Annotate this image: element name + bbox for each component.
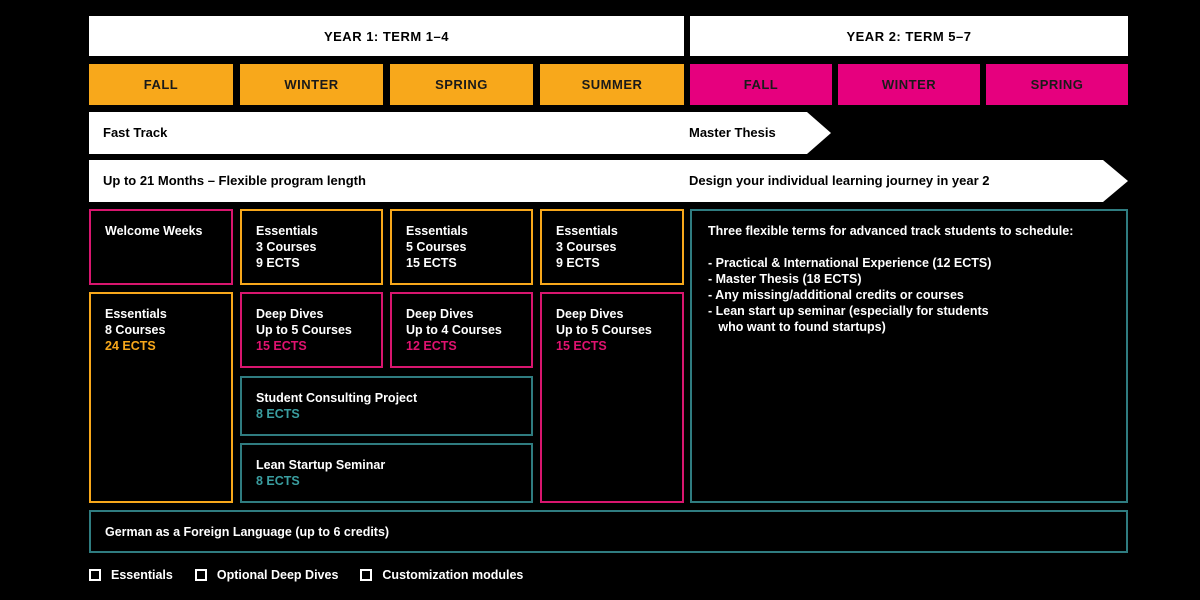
essentials-ects: 15 ECTS xyxy=(406,256,457,270)
essentials-winter-box: Essentials 3 Courses 9 ECTS xyxy=(240,209,383,285)
deep-dives-title: Deep Dives xyxy=(556,307,624,321)
design-journey-label: Design your individual learning journey … xyxy=(689,172,990,188)
year2-intro: Three flexible terms for advanced track … xyxy=(708,224,1074,238)
term-spring-year2: SPRING xyxy=(986,64,1128,105)
legend-customization: Customization modules xyxy=(382,568,524,582)
german-language-box: German as a Foreign Language (up to 6 cr… xyxy=(89,510,1128,553)
essentials-title: Essentials xyxy=(556,224,618,238)
master-thesis-label: Master Thesis xyxy=(689,124,776,140)
customization-swatch xyxy=(360,569,373,581)
year2-item: who want to found startups) xyxy=(708,320,886,334)
essentials-courses: 3 Courses xyxy=(256,240,317,254)
deep-dives-courses: Up to 5 Courses xyxy=(256,323,352,337)
welcome-weeks-title: Welcome Weeks xyxy=(105,224,203,238)
welcome-weeks-box: Welcome Weeks xyxy=(89,209,233,285)
term-winter-year2: WINTER xyxy=(838,64,980,105)
year2-header: YEAR 2: TERM 5–7 xyxy=(690,16,1128,56)
consulting-project-title: Student Consulting Project xyxy=(256,391,418,405)
deep-dives-spring-box: Deep Dives Up to 4 Courses 12 ECTS xyxy=(390,292,533,368)
essentials-swatch xyxy=(89,569,101,581)
essentials-spring-box: Essentials 5 Courses 15 ECTS xyxy=(390,209,533,285)
term-fall-year2: FALL xyxy=(690,64,832,105)
lean-startup-title: Lean Startup Seminar xyxy=(256,458,386,472)
legend-essentials: Essentials xyxy=(111,568,173,582)
deep-dives-courses: Up to 4 Courses xyxy=(406,323,502,337)
lean-startup-box: Lean Startup Seminar 8 ECTS xyxy=(240,443,533,503)
year1-header: YEAR 1: TERM 1–4 xyxy=(89,16,684,56)
year2-item: - Any missing/additional credits or cour… xyxy=(708,288,964,302)
year2-item: - Master Thesis (18 ECTS) xyxy=(708,272,862,286)
deep-dives-title: Deep Dives xyxy=(256,307,324,321)
essentials-summer-box: Essentials 3 Courses 9 ECTS xyxy=(540,209,684,285)
year2-item: - Practical & International Experience (… xyxy=(708,256,992,270)
year2-flexible-box: Three flexible terms for advanced track … xyxy=(690,209,1128,503)
essentials-title: Essentials xyxy=(406,224,468,238)
program-length-label: Up to 21 Months – Flexible program lengt… xyxy=(103,172,366,188)
term-spring-year1: SPRING xyxy=(390,64,533,105)
deep-dives-ects: 12 ECTS xyxy=(406,339,457,353)
lean-startup-ects: 8 ECTS xyxy=(256,474,300,488)
essentials-title: Essentials xyxy=(105,307,167,321)
deep-dives-swatch xyxy=(194,569,207,581)
fast-track-label: Fast Track xyxy=(103,124,168,140)
term-winter-year1: WINTER xyxy=(240,64,383,105)
term-fall-year1: FALL xyxy=(89,64,233,105)
essentials-ects: 24 ECTS xyxy=(105,339,156,353)
german-language-label: German as a Foreign Language (up to 6 cr… xyxy=(105,524,390,539)
legend-deep-dives: Optional Deep Dives xyxy=(216,568,339,582)
deep-dives-ects: 15 ECTS xyxy=(256,339,307,353)
essentials-title: Essentials xyxy=(256,224,318,238)
consulting-project-box: Student Consulting Project 8 ECTS xyxy=(240,376,533,436)
deep-dives-ects: 15 ECTS xyxy=(556,339,607,353)
consulting-project-ects: 8 ECTS xyxy=(256,407,300,421)
deep-dives-summer-box: Deep Dives Up to 5 Courses 15 ECTS xyxy=(540,292,684,503)
essentials-courses: 8 Courses xyxy=(105,323,166,337)
essentials-ects: 9 ECTS xyxy=(256,256,300,270)
term-summer-year1: SUMMER xyxy=(540,64,684,105)
legend: Essentials Optional Deep Dives Customiza… xyxy=(89,566,523,584)
essentials-fall-box: Essentials 8 Courses 24 ECTS xyxy=(89,292,233,503)
deep-dives-winter-box: Deep Dives Up to 5 Courses 15 ECTS xyxy=(240,292,383,368)
year2-item: - Lean start up seminar (especially for … xyxy=(708,304,989,318)
deep-dives-courses: Up to 5 Courses xyxy=(556,323,652,337)
essentials-courses: 5 Courses xyxy=(406,240,467,254)
essentials-courses: 3 Courses xyxy=(556,240,617,254)
deep-dives-title: Deep Dives xyxy=(406,307,474,321)
essentials-ects: 9 ECTS xyxy=(556,256,600,270)
